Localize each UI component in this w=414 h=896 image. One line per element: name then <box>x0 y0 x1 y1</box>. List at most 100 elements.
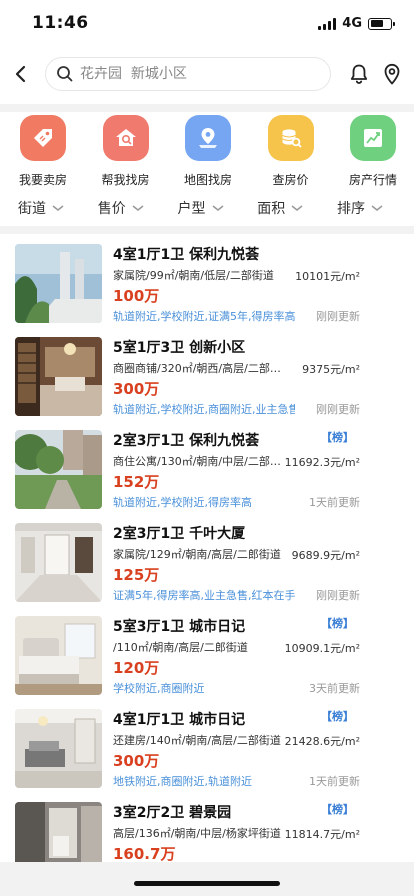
listing-unit-price: 11814.7元/m² <box>284 828 360 841</box>
listing-title: 4室1厅1卫 保利九悦荟 <box>113 247 260 263</box>
listing-unit-price: 21428.6元/m² <box>284 735 360 748</box>
location-pin-icon <box>384 63 400 85</box>
listing-price: 300万 <box>113 380 160 398</box>
listing-item[interactable]: 4室1厅1卫 城市日记 【榜】 还建房/140㎡/朝南/高层/二部街道 2142… <box>0 699 414 792</box>
listing-details: 高层/136㎡/朝南/中层/杨家坪街道 <box>113 827 281 840</box>
category-sell-house[interactable]: 我要卖房 <box>18 112 68 188</box>
listing-tags: 学校附近,商圈附近 <box>113 682 205 695</box>
filter-label: 售价 <box>97 201 126 217</box>
ranking-badge: 【榜】 <box>321 803 354 816</box>
listing-unit-price: 9689.9元/m² <box>291 549 360 562</box>
listing-price: 160.7万 <box>113 845 176 863</box>
listing-tags: 地铁附近,商圈附近,轨道附近 <box>113 775 252 788</box>
chevron-down-icon <box>371 205 383 211</box>
filter-bar: 街道 售价 户型 面积 排序 <box>0 191 414 225</box>
trend-chart-icon <box>350 115 396 161</box>
search-icon <box>57 66 73 82</box>
listing-item[interactable]: 2室3厅1卫 千叶大厦 家属院/129㎡/朝南/高层/二郎街道 9689.9元/… <box>0 513 414 606</box>
signal-icon <box>318 17 337 30</box>
ranking-badge: 【榜】 <box>321 617 354 630</box>
category-find-house[interactable]: 帮我找房 <box>101 112 151 188</box>
category-shortcuts: 我要卖房 帮我找房 地图找房 查房价 房产行情 <box>0 112 414 188</box>
filter-price[interactable]: 售价 <box>98 191 145 225</box>
bell-icon <box>350 64 368 84</box>
search-header <box>0 48 414 104</box>
ranking-badge: 【榜】 <box>321 710 354 723</box>
search-box[interactable] <box>45 57 331 91</box>
filter-label: 户型 <box>177 201 206 217</box>
status-bar: 11:46 4G <box>0 0 414 48</box>
section-divider <box>0 226 414 234</box>
listing-details: 家属院/129㎡/朝南/高层/二郎街道 <box>113 548 281 561</box>
listing-photo <box>15 244 102 323</box>
listing-updated: 刚刚更新 <box>316 589 360 602</box>
home-indicator[interactable] <box>134 881 280 886</box>
notification-button[interactable] <box>349 63 369 85</box>
filter-area[interactable]: 面积 <box>257 191 304 225</box>
chevron-left-icon <box>15 65 26 83</box>
coins-search-icon <box>267 115 314 161</box>
status-time: 11:46 <box>32 13 89 33</box>
listing-item[interactable]: 5室1厅3卫 创新小区 商圈商铺/320㎡/朝西/高层/二部街道 9375元/m… <box>0 327 414 420</box>
map-pin-icon <box>185 115 231 161</box>
sell-tag-icon <box>20 115 66 161</box>
back-button[interactable] <box>10 61 32 87</box>
listing-tags: 轨道附近,学校附近,得房率高 <box>113 496 252 509</box>
network-type: 4G <box>342 16 362 31</box>
filter-layout[interactable]: 户型 <box>178 191 225 225</box>
filter-street[interactable]: 街道 <box>18 191 65 225</box>
listing-item[interactable]: 2室3厅1卫 保利九悦荟 【榜】 商住公寓/130㎡/朝南/中层/二部街道 11… <box>0 420 414 513</box>
listing-tags: 轨道附近,学校附近,证满5年,得房率高 <box>113 310 295 323</box>
category-label: 房产行情 <box>348 173 397 187</box>
listing-updated: 3天前更新 <box>309 682 360 695</box>
listing-tags: 轨道附近,学校附近,商圈附近,业主急售 <box>113 403 295 416</box>
listing-item[interactable]: 5室3厅1卫 城市日记 【榜】 /110㎡/朝南/高层/二郎街道 10909.1… <box>0 606 414 699</box>
listing-unit-price: 10101元/m² <box>295 270 360 283</box>
listing-title: 2室3厅1卫 千叶大厦 <box>113 526 246 542</box>
category-label: 地图找房 <box>183 173 232 187</box>
listing-details: 商住公寓/130㎡/朝南/中层/二部街道 <box>113 455 283 468</box>
listing-price: 300万 <box>113 752 160 770</box>
filter-sort[interactable]: 排序 <box>337 191 384 225</box>
category-map-search[interactable]: 地图找房 <box>183 112 233 188</box>
bottom-bar <box>0 862 414 896</box>
chevron-down-icon <box>132 205 144 211</box>
category-label: 查房价 <box>272 173 309 187</box>
location-button[interactable] <box>383 63 401 85</box>
listing-photo <box>15 616 102 695</box>
listing-updated: 1天前更新 <box>309 775 360 788</box>
listing-item[interactable]: 4室1厅1卫 保利九悦荟 家属院/99㎡/朝南/低层/二部街道 10101元/m… <box>0 234 414 327</box>
listing-photo <box>15 430 102 509</box>
listing-title: 3室2厅2卫 碧景园 <box>113 805 232 821</box>
listing-price: 125万 <box>113 566 160 584</box>
category-label: 帮我找房 <box>101 173 150 187</box>
house-search-icon <box>102 115 149 161</box>
listing-title: 2室3厅1卫 保利九悦荟 <box>113 433 260 449</box>
search-input[interactable] <box>80 66 320 82</box>
filter-label: 街道 <box>18 201 46 217</box>
listing-tags: 证满5年,得房率高,业主急售,红本在手 <box>113 589 295 602</box>
ranking-badge: 【榜】 <box>321 431 354 444</box>
listing-title: 5室3厅1卫 城市日记 <box>113 619 246 635</box>
chevron-down-icon <box>52 205 64 211</box>
listing-photo <box>15 523 102 602</box>
listing-details: 家属院/99㎡/朝南/低层/二部街道 <box>113 269 274 282</box>
listing-details: 商圈商铺/320㎡/朝西/高层/二部街道 <box>113 362 283 375</box>
section-divider <box>0 104 414 112</box>
listing-unit-price: 10909.1元/m² <box>284 642 360 655</box>
filter-label: 排序 <box>337 201 365 217</box>
listing-unit-price: 9375元/m² <box>302 363 360 376</box>
battery-icon <box>368 17 395 30</box>
listing-updated: 刚刚更新 <box>316 310 360 323</box>
filter-label: 面积 <box>257 201 286 217</box>
listing-price: 152万 <box>113 473 160 491</box>
listing-photo <box>15 709 102 788</box>
category-label: 我要卖房 <box>18 173 67 187</box>
listing-price: 100万 <box>113 287 160 305</box>
category-market-trend[interactable]: 房产行情 <box>348 112 398 188</box>
listing-title: 4室1厅1卫 城市日记 <box>113 712 246 728</box>
chevron-down-icon <box>212 205 223 211</box>
category-price-check[interactable]: 查房价 <box>266 112 316 188</box>
listing-photo <box>15 337 102 416</box>
listing-unit-price: 11692.3元/m² <box>284 456 360 469</box>
